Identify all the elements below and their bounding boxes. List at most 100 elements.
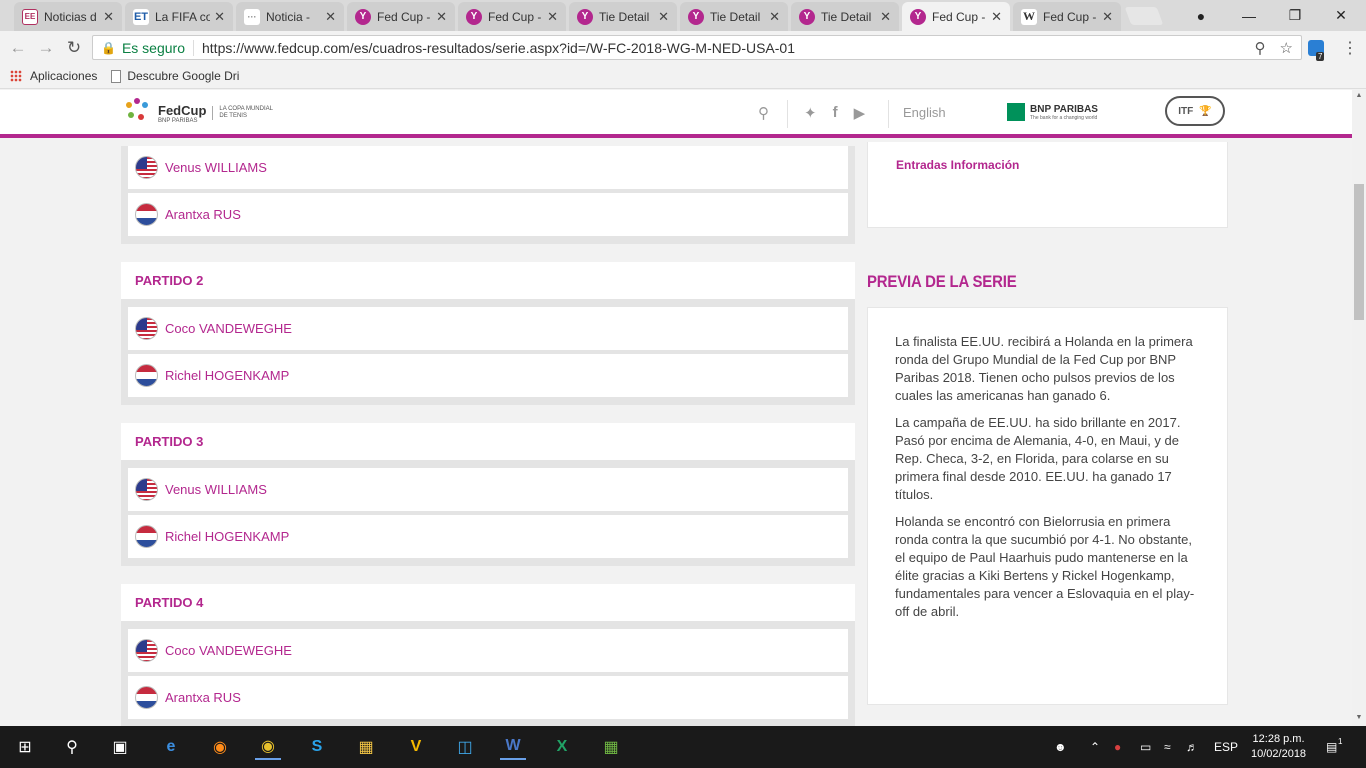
twitter-icon[interactable]: ✦ xyxy=(804,104,817,122)
wifi-icon[interactable]: ≈ xyxy=(1164,726,1171,768)
back-button[interactable]: ← xyxy=(4,38,32,58)
tab-close-icon[interactable]: ✕ xyxy=(880,9,891,25)
browser-tab[interactable]: ··· Noticia - ✕ xyxy=(236,2,344,31)
player-name[interactable]: Venus WILLIAMS xyxy=(165,160,267,175)
facebook-icon[interactable]: f xyxy=(833,104,838,122)
tab-favicon-icon: Y xyxy=(577,8,593,25)
scroll-down-icon[interactable]: ▼ xyxy=(1352,714,1366,726)
player-name[interactable]: Coco VANDEWEGHE xyxy=(165,643,292,658)
bookmark-star-icon[interactable]: ☆ xyxy=(1280,39,1293,57)
tab-close-icon[interactable]: ✕ xyxy=(658,9,669,25)
player-row[interactable]: Coco VANDEWEGHE xyxy=(128,629,848,672)
browser-toolbar: ← → ↻ 🔒 Es seguro https://www.fedcup.com… xyxy=(0,31,1366,64)
chrome-icon[interactable]: ◉ xyxy=(255,734,281,760)
language-indicator[interactable]: ESP xyxy=(1214,726,1238,768)
language-link[interactable]: English xyxy=(903,105,946,120)
bookmark-google-drive[interactable]: Descubre Google Dri xyxy=(127,69,239,83)
bnp-paribas-logo[interactable]: BNP PARIBAS The bank for a changing worl… xyxy=(1007,103,1098,121)
notifications-icon[interactable]: ▤ xyxy=(1326,726,1337,768)
document-icon xyxy=(111,69,122,83)
notification-count: 1 xyxy=(1338,736,1343,746)
player-row[interactable]: Arantxa RUS xyxy=(128,193,848,236)
word-icon[interactable]: W xyxy=(500,734,526,760)
player-name[interactable]: Arantxa RUS xyxy=(165,690,241,705)
browser-tab[interactable]: Y Fed Cup - ✕ xyxy=(902,2,1010,31)
vlc-like-icon[interactable]: V xyxy=(403,734,429,760)
people-icon[interactable]: ☻ xyxy=(1054,726,1067,768)
matches-column: Venus WILLIAMS Arantxa RUS PARTIDO 2 Coco … xyxy=(121,142,855,726)
player-name[interactable]: Richel HOGENKAMP xyxy=(165,529,289,544)
zoom-icon[interactable]: ⚲ xyxy=(1255,39,1266,57)
show-hidden-icons[interactable]: ⌃ xyxy=(1090,726,1100,768)
entries-link[interactable]: Entradas Información xyxy=(896,158,1019,172)
player-row[interactable]: Venus WILLIAMS xyxy=(128,468,848,511)
close-window-button[interactable]: ✕ xyxy=(1318,0,1364,31)
tab-favicon-icon: Y xyxy=(688,8,704,25)
tab-close-icon[interactable]: ✕ xyxy=(547,9,558,25)
player-row[interactable]: Richel HOGENKAMP xyxy=(128,515,848,558)
reload-button[interactable]: ↻ xyxy=(60,38,88,58)
minimize-button[interactable]: — xyxy=(1226,0,1272,31)
tab-label: Noticia - xyxy=(266,9,311,24)
antivirus-icon[interactable]: ● xyxy=(1114,726,1121,768)
snipping-icon[interactable]: ◫ xyxy=(452,734,478,760)
youtube-icon[interactable]: ▶ xyxy=(854,104,866,122)
task-view-icon[interactable]: ▣ xyxy=(107,734,133,760)
file-explorer-icon[interactable]: ▦ xyxy=(353,734,379,760)
bookmarks-bar: Aplicaciones Descubre Google Dri xyxy=(0,64,1366,89)
search-taskbar-icon[interactable]: ⚲ xyxy=(59,734,85,760)
player-row[interactable]: Richel HOGENKAMP xyxy=(128,354,848,397)
usa-flag-icon xyxy=(135,317,158,340)
browser-tab[interactable]: Y Tie Detail ✕ xyxy=(569,2,677,31)
browser-tab[interactable]: ET La FIFA co ✕ xyxy=(125,2,233,31)
page-scrollbar[interactable]: ▲ ▼ xyxy=(1352,90,1366,726)
player-name[interactable]: Venus WILLIAMS xyxy=(165,482,267,497)
player-row[interactable]: Arantxa RUS xyxy=(128,676,848,719)
tab-close-icon[interactable]: ✕ xyxy=(103,9,114,25)
edge-icon[interactable]: e xyxy=(158,734,184,760)
volume-icon[interactable]: ♬ xyxy=(1186,726,1198,768)
battery-icon[interactable]: ▭ xyxy=(1140,726,1151,768)
scroll-up-icon[interactable]: ▲ xyxy=(1352,92,1366,104)
tab-label: Fed Cup - xyxy=(932,9,986,24)
player-name[interactable]: Arantxa RUS xyxy=(165,207,241,222)
chrome-menu-icon[interactable]: ⋮ xyxy=(1342,38,1358,58)
player-row[interactable]: Venus WILLIAMS xyxy=(128,146,848,189)
clock[interactable]: 12:28 p.m. 10/02/2018 xyxy=(1251,732,1306,762)
usa-flag-icon xyxy=(135,639,158,662)
tab-close-icon[interactable]: ✕ xyxy=(436,9,447,25)
browser-tab[interactable]: Y Fed Cup - ✕ xyxy=(347,2,455,31)
tab-close-icon[interactable]: ✕ xyxy=(325,9,336,25)
player-row[interactable]: Coco VANDEWEGHE xyxy=(128,307,848,350)
tab-close-icon[interactable]: ✕ xyxy=(991,9,1002,25)
browser-tab[interactable]: EE Noticias d ✕ xyxy=(14,2,122,31)
itf-logo[interactable]: ITF 🏆 xyxy=(1165,96,1225,126)
player-name[interactable]: Richel HOGENKAMP xyxy=(165,368,289,383)
new-tab-button[interactable] xyxy=(1124,7,1164,25)
bookmark-apps[interactable]: Aplicaciones xyxy=(30,69,97,83)
url-text[interactable]: https://www.fedcup.com/es/cuadros-result… xyxy=(202,40,795,56)
address-bar[interactable]: 🔒 Es seguro https://www.fedcup.com/es/cu… xyxy=(92,35,1302,60)
fedcup-logo[interactable]: FedCup BNP PARIBAS LA COPA MUNDIAL DE TE… xyxy=(122,96,273,130)
browser-tab[interactable]: Y Tie Detail ✕ xyxy=(680,2,788,31)
netherlands-flag-icon xyxy=(135,686,158,709)
tab-close-icon[interactable]: ✕ xyxy=(214,9,225,25)
player-name[interactable]: Coco VANDEWEGHE xyxy=(165,321,292,336)
browser-tab[interactable]: W Fed Cup - ✕ xyxy=(1013,2,1121,31)
excel-icon[interactable]: X xyxy=(549,734,575,760)
restore-button[interactable]: ❐ xyxy=(1272,0,1318,31)
photos-icon[interactable]: ▦ xyxy=(598,734,624,760)
tab-close-icon[interactable]: ✕ xyxy=(1102,9,1113,25)
scroll-thumb[interactable] xyxy=(1354,184,1364,320)
windows-start-icon[interactable]: ⊞ xyxy=(12,734,38,760)
forward-button[interactable]: → xyxy=(32,38,60,58)
skype-icon[interactable]: S xyxy=(304,734,330,760)
profile-icon[interactable]: ● xyxy=(1178,0,1224,31)
browser-tab[interactable]: Y Tie Detail ✕ xyxy=(791,2,899,31)
browser-tab[interactable]: Y Fed Cup - ✕ xyxy=(458,2,566,31)
search-icon[interactable]: ⚲ xyxy=(758,104,769,122)
firefox-icon[interactable]: ◉ xyxy=(207,734,233,760)
tab-favicon-icon: ET xyxy=(133,8,149,25)
tab-close-icon[interactable]: ✕ xyxy=(769,9,780,25)
netherlands-flag-icon xyxy=(135,525,158,548)
